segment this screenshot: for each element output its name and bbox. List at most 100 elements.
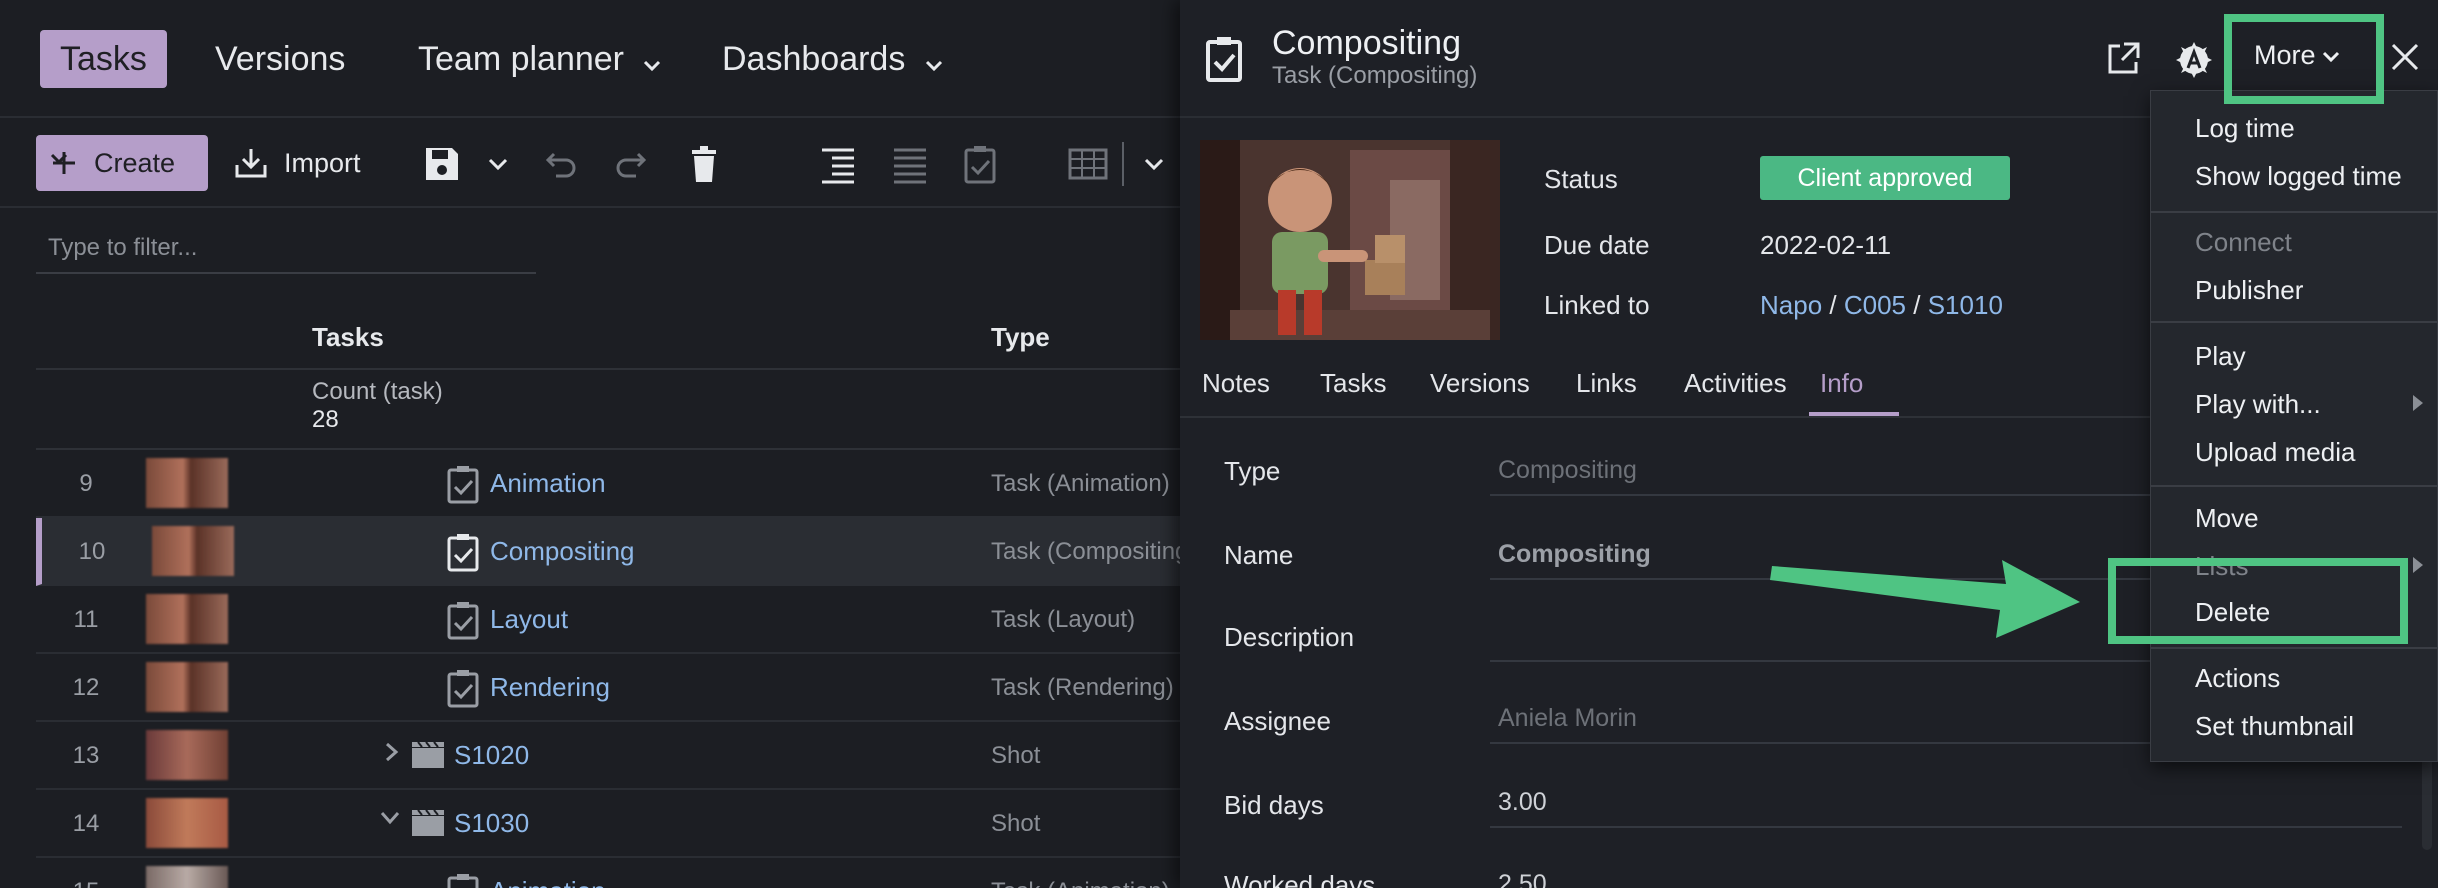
highlight-more-button bbox=[2224, 14, 2384, 104]
menu-item-set-thumbnail[interactable]: Set thumbnail bbox=[2195, 711, 2354, 742]
task-icon bbox=[447, 602, 479, 640]
row-type: Task (Animation) bbox=[991, 878, 1170, 888]
row-type: Task (Rendering) bbox=[991, 674, 1174, 701]
tab-versions[interactable]: Versions bbox=[195, 30, 365, 88]
tab-info[interactable]: Info bbox=[1820, 368, 1863, 399]
table-row[interactable]: 11 Layout Task (Layout) bbox=[36, 586, 1190, 654]
status-label: Status bbox=[1544, 164, 1618, 194]
tab-tasks[interactable]: Tasks bbox=[40, 30, 167, 88]
preview-image bbox=[1200, 140, 1500, 340]
row-number: 13 bbox=[72, 742, 100, 769]
tab-activities[interactable]: Activities bbox=[1684, 368, 1787, 399]
thumbnail[interactable] bbox=[146, 798, 228, 848]
tab-team-planner[interactable]: Team planner bbox=[398, 30, 681, 88]
row-number: 12 bbox=[72, 674, 100, 701]
top-navigation: Tasks Versions Team planner Dashboards bbox=[0, 0, 1190, 118]
active-tab-indicator bbox=[1809, 412, 1899, 416]
task-link[interactable]: Animation bbox=[490, 876, 606, 888]
row-type: Task (Layout) bbox=[991, 606, 1136, 633]
more-menu: Log time Show logged time Connect Publis… bbox=[2150, 90, 2438, 762]
thumbnail[interactable] bbox=[146, 730, 228, 780]
column-header-tasks[interactable]: Tasks bbox=[312, 322, 384, 353]
trash-icon[interactable] bbox=[682, 142, 726, 186]
row-number: 9 bbox=[79, 470, 93, 497]
thumbnail[interactable] bbox=[146, 662, 228, 712]
indent-icon[interactable] bbox=[816, 142, 860, 186]
task-icon bbox=[447, 466, 479, 504]
link-project[interactable]: Napo bbox=[1760, 290, 1822, 320]
menu-item-upload-media[interactable]: Upload media bbox=[2195, 437, 2355, 468]
table-icon[interactable] bbox=[1066, 142, 1110, 186]
tab-versions[interactable]: Versions bbox=[1430, 368, 1530, 399]
menu-divider bbox=[2151, 321, 2438, 323]
thumbnail[interactable] bbox=[152, 526, 234, 576]
row-number: 10 bbox=[78, 538, 106, 565]
save-icon[interactable] bbox=[420, 142, 464, 186]
link-shot[interactable]: S1010 bbox=[1928, 290, 2003, 320]
task-link[interactable]: Compositing bbox=[490, 536, 635, 567]
menu-item-log-time[interactable]: Log time bbox=[2195, 113, 2295, 144]
chevron-down-icon[interactable] bbox=[378, 808, 402, 828]
table-row[interactable]: 12 Rendering Task (Rendering) bbox=[36, 654, 1190, 722]
highlight-delete-item bbox=[2108, 558, 2408, 644]
clapperboard-icon bbox=[412, 809, 444, 836]
create-button[interactable]: Create bbox=[36, 135, 208, 191]
chevron-down-icon[interactable] bbox=[476, 142, 520, 186]
table-row[interactable]: 10 Compositing Task (Compositing) bbox=[36, 518, 1196, 586]
table-row[interactable]: 15 Animation Task (Animation) bbox=[36, 858, 1190, 888]
count-value: 28 bbox=[312, 406, 339, 433]
preview-thumbnail[interactable] bbox=[1200, 140, 1500, 340]
submenu-arrow-icon bbox=[2413, 557, 2423, 573]
link-sequence[interactable]: C005 bbox=[1844, 290, 1906, 320]
menu-divider bbox=[2151, 647, 2438, 649]
menu-item-play[interactable]: Play bbox=[2195, 341, 2246, 372]
row-type: Shot bbox=[991, 810, 1041, 837]
shot-link[interactable]: S1030 bbox=[454, 808, 529, 839]
undo-icon[interactable] bbox=[538, 142, 582, 186]
task-icon bbox=[447, 534, 479, 572]
column-header-type[interactable]: Type bbox=[991, 322, 1050, 353]
menu-item-show-logged-time[interactable]: Show logged time bbox=[2195, 161, 2402, 192]
thumbnail[interactable] bbox=[146, 866, 228, 888]
tab-links[interactable]: Links bbox=[1576, 368, 1637, 399]
task-link[interactable]: Rendering bbox=[490, 672, 610, 703]
field-label-assignee: Assignee bbox=[1224, 706, 1331, 736]
list-icon[interactable] bbox=[888, 142, 932, 186]
toolbar: Create Import bbox=[0, 118, 1190, 208]
row-number: 14 bbox=[72, 810, 100, 837]
table-row[interactable]: 13 S1020 Shot bbox=[36, 722, 1190, 790]
worked-days-field[interactable]: 2.50 bbox=[1490, 858, 2402, 888]
divider bbox=[1122, 142, 1124, 186]
open-external-icon[interactable] bbox=[2104, 40, 2142, 78]
tab-dashboards[interactable]: Dashboards bbox=[702, 30, 963, 88]
filter-input[interactable]: Type to filter... bbox=[36, 222, 536, 274]
table-row[interactable]: 14 S1030 Shot bbox=[36, 790, 1190, 858]
thumbnail[interactable] bbox=[146, 594, 228, 644]
table-row[interactable]: 9 Animation Task (Animation) bbox=[36, 450, 1190, 518]
task-link[interactable]: Animation bbox=[490, 468, 606, 499]
chevron-down-icon[interactable] bbox=[1132, 142, 1176, 186]
row-number: 11 bbox=[73, 606, 99, 633]
chevron-right-icon[interactable] bbox=[382, 740, 402, 764]
task-link[interactable]: Layout bbox=[490, 604, 568, 635]
menu-item-move[interactable]: Move bbox=[2195, 503, 2259, 534]
status-badge[interactable]: Client approved bbox=[1760, 156, 2010, 200]
breadcrumb-separator: / bbox=[1829, 290, 1837, 320]
close-icon[interactable] bbox=[2388, 40, 2422, 74]
shot-link[interactable]: S1020 bbox=[454, 740, 529, 771]
menu-item-publisher[interactable]: Publisher bbox=[2195, 275, 2303, 306]
bid-days-field[interactable]: 3.00 bbox=[1490, 776, 2402, 828]
redo-icon[interactable] bbox=[610, 142, 654, 186]
tab-tasks[interactable]: Tasks bbox=[1320, 368, 1386, 399]
thumbnail[interactable] bbox=[146, 458, 228, 508]
checklist-icon[interactable] bbox=[958, 142, 1002, 186]
import-button[interactable]: Import bbox=[234, 135, 361, 191]
row-type: Task (Compositing) bbox=[991, 538, 1197, 565]
menu-item-play-with[interactable]: Play with... bbox=[2195, 389, 2321, 420]
row-type: Task (Animation) bbox=[991, 470, 1170, 497]
tab-notes[interactable]: Notes bbox=[1202, 368, 1270, 399]
count-label: Count (task) bbox=[312, 378, 443, 405]
menu-item-actions[interactable]: Actions bbox=[2195, 663, 2280, 694]
task-icon bbox=[1206, 37, 1242, 82]
automation-gear-icon[interactable] bbox=[2174, 40, 2214, 80]
